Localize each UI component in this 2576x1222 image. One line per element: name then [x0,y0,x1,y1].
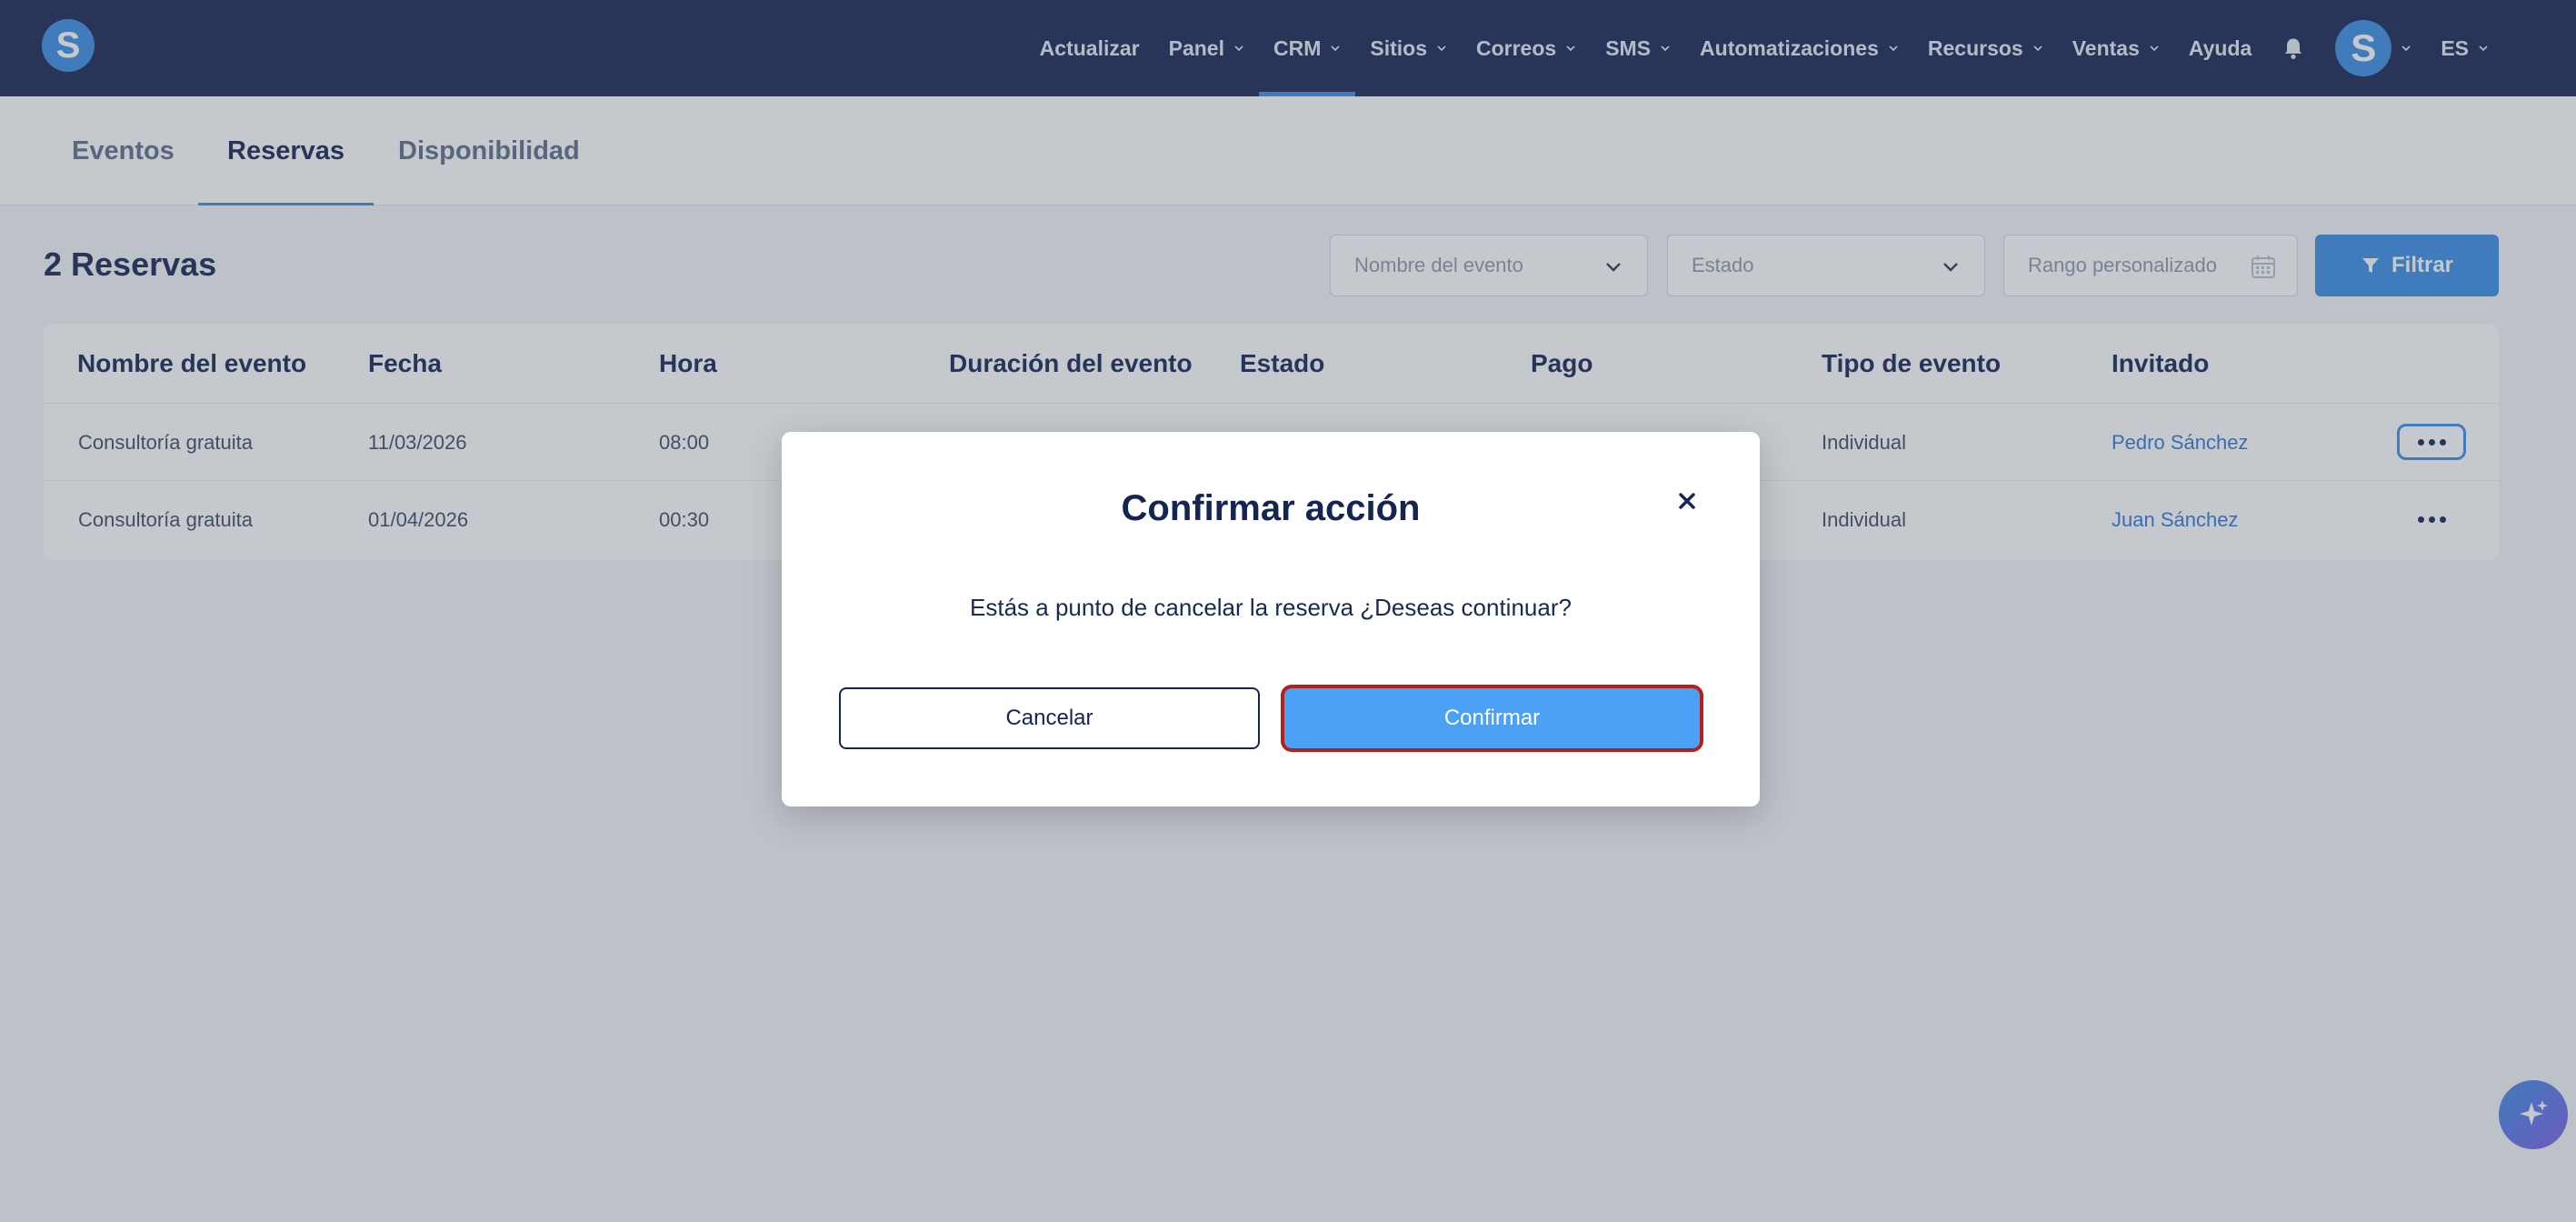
dialog-message: Estás a punto de cancelar la reserva ¿De… [970,594,1572,621]
close-button[interactable] [1672,486,1702,516]
dialog-title: Confirmar acción [1121,488,1421,528]
cancel-button[interactable]: Cancelar [839,687,1260,749]
close-icon [1679,493,1695,509]
confirm-dialog: Confirmar acción Estás a punto de cancel… [782,432,1760,806]
confirm-button[interactable]: Confirmar [1281,685,1703,752]
